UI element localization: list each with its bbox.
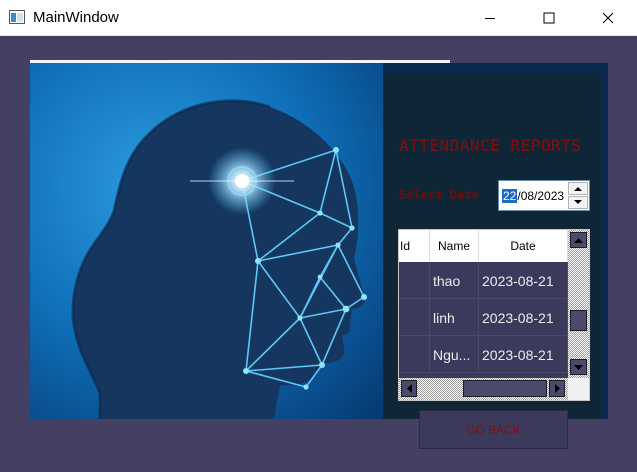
date-spin-up-button[interactable]	[568, 182, 588, 195]
column-header-name[interactable]: Name	[430, 230, 479, 262]
window-title-bar: MainWindow	[0, 0, 637, 36]
close-icon	[602, 12, 614, 24]
date-day-selected: 22	[502, 189, 518, 203]
face-recognition-image	[30, 63, 383, 419]
maximize-button[interactable]	[526, 0, 572, 36]
date-month-year: /08/2023	[517, 189, 565, 203]
window-title: MainWindow	[33, 9, 119, 26]
minimize-icon	[485, 18, 495, 19]
attendance-table[interactable]: Id Name Date thao 2023-08-21 linh 2023-0…	[398, 229, 590, 401]
chevron-down-icon	[574, 200, 582, 204]
chevron-up-icon	[574, 187, 582, 191]
minimize-button[interactable]	[467, 0, 513, 36]
report-title: ATTENDANCE REPORTS	[399, 136, 582, 155]
select-date-label: Select Date	[399, 188, 479, 202]
cell-id[interactable]	[399, 336, 430, 373]
horizontal-scroll-thumb[interactable]	[463, 380, 547, 397]
cell-date[interactable]: 2023-08-21	[479, 262, 568, 299]
go-back-button[interactable]: GO BACK	[419, 410, 568, 449]
date-value: 22/08/2023	[502, 188, 564, 205]
cell-name[interactable]: linh	[430, 299, 479, 336]
vertical-scroll-thumb[interactable]	[570, 310, 587, 331]
table-row[interactable]: linh 2023-08-21	[399, 299, 568, 336]
table-header: Id Name Date	[399, 230, 568, 262]
vertical-scrollbar[interactable]	[568, 230, 589, 378]
column-header-date[interactable]: Date	[479, 230, 568, 262]
date-spin-down-button[interactable]	[568, 196, 588, 209]
scroll-right-button[interactable]	[549, 380, 565, 397]
table-row[interactable]: Ngu... 2023-08-21	[399, 336, 568, 373]
arrow-right-icon	[554, 384, 560, 393]
table-row[interactable]: thao 2023-08-21	[399, 262, 568, 299]
cell-date[interactable]: 2023-08-21	[479, 336, 568, 373]
scroll-up-button[interactable]	[570, 232, 587, 248]
cell-name[interactable]: thao	[430, 262, 479, 299]
app-window-icon	[9, 10, 25, 24]
horizontal-scrollbar[interactable]	[399, 378, 568, 400]
scroll-left-button[interactable]	[401, 380, 417, 397]
arrow-down-icon	[574, 364, 583, 370]
date-input[interactable]: 22/08/2023	[498, 180, 590, 211]
arrow-up-icon	[574, 237, 583, 243]
scrollbar-corner	[568, 378, 589, 400]
close-button[interactable]	[585, 0, 631, 36]
date-spinner	[568, 182, 588, 209]
cell-id[interactable]	[399, 262, 430, 299]
table-body: thao 2023-08-21 linh 2023-08-21 Ngu... 2…	[399, 262, 568, 373]
cell-date[interactable]: 2023-08-21	[479, 299, 568, 336]
cell-name[interactable]: Ngu...	[430, 336, 479, 373]
maximize-icon	[543, 12, 555, 24]
face-recognition-illustration	[30, 63, 383, 419]
scroll-down-button[interactable]	[570, 359, 587, 375]
arrow-left-icon	[406, 384, 412, 393]
cell-id[interactable]	[399, 299, 430, 336]
column-header-id[interactable]: Id	[399, 230, 430, 262]
